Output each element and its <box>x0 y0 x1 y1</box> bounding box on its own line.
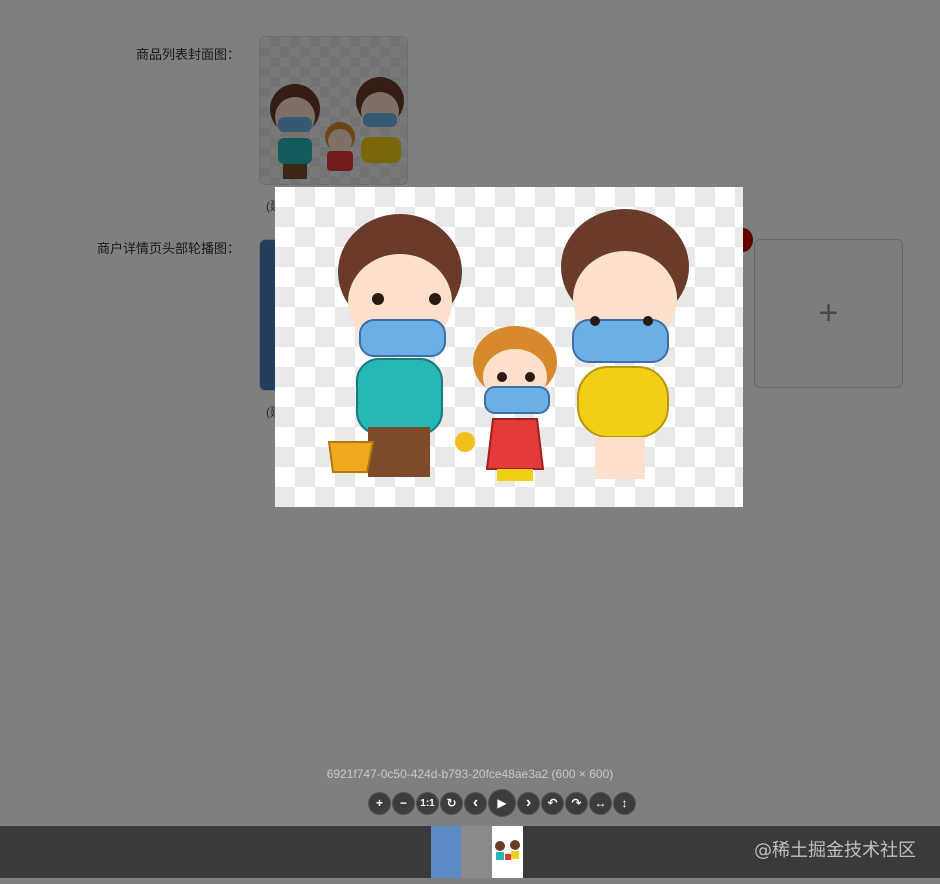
rotate-right-button[interactable]: ↷ <box>565 791 588 815</box>
nav-thumb-2[interactable] <box>461 826 492 878</box>
image-caption: 6921f747-0c50-424d-b793-20fce48ae3a2 (60… <box>326 767 614 781</box>
one-to-one-button[interactable]: 1:1 <box>416 791 439 815</box>
next-button[interactable]: › <box>517 791 540 815</box>
watermark-text: @稀土掘金技术社区 <box>754 840 916 861</box>
nav-thumb-3[interactable] <box>492 826 523 878</box>
zoom-out-button[interactable]: − <box>392 791 415 815</box>
play-button[interactable]: ▶ <box>488 789 516 817</box>
viewer-toolbar: + − 1:1 ↻ ‹ ▶ › ↶ ↷ ↔ ↕ <box>368 789 636 817</box>
zoom-in-button[interactable]: + <box>368 791 391 815</box>
flip-horizontal-button[interactable]: ↔ <box>589 791 612 815</box>
family-illustration <box>327 209 689 481</box>
family-thumb-icon <box>495 840 520 860</box>
flip-vertical-button[interactable]: ↕ <box>613 791 636 815</box>
nav-thumb-1[interactable] <box>431 826 461 878</box>
reset-button[interactable]: ↻ <box>440 791 463 815</box>
prev-button[interactable]: ‹ <box>464 791 487 815</box>
rotate-left-button[interactable]: ↶ <box>541 791 564 815</box>
preview-image[interactable] <box>275 187 743 507</box>
